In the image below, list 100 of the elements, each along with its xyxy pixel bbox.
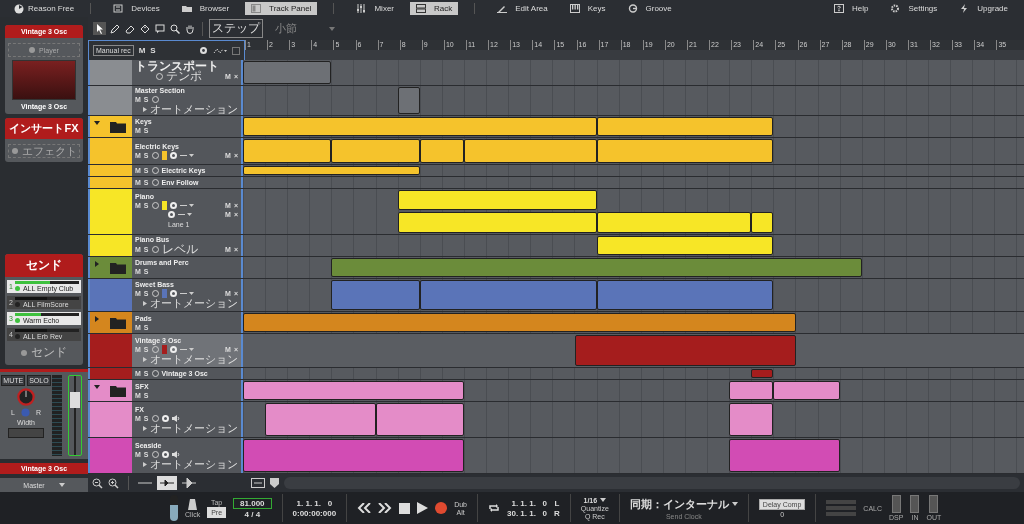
solo-all-button[interactable]: S <box>150 46 156 55</box>
fit-icon[interactable] <box>251 478 265 488</box>
effect-button[interactable]: エフェクト <box>8 144 80 158</box>
tag-tool[interactable] <box>138 22 151 35</box>
devices-button[interactable]: Devices <box>107 2 166 15</box>
clip[interactable] <box>397 86 420 114</box>
metronome-level[interactable] <box>170 505 178 521</box>
clip[interactable] <box>729 403 774 437</box>
track-panel-button[interactable]: Track Panel <box>245 2 318 15</box>
keys-button[interactable]: Keys <box>563 2 612 15</box>
speaker-icon[interactable] <box>171 415 180 423</box>
left-locator[interactable]: 1. 1. 1. 0 <box>511 498 547 508</box>
dropdown-icon[interactable] <box>179 291 194 297</box>
help-button[interactable]: Help <box>827 2 875 15</box>
expand-arrow-icon[interactable] <box>143 106 147 112</box>
song-position[interactable]: 1. 1. 1. 0 <box>296 498 333 508</box>
expand-arrow-icon[interactable] <box>143 301 147 307</box>
clip[interactable] <box>751 212 774 233</box>
clip[interactable] <box>331 257 862 277</box>
arrow-icon[interactable] <box>182 477 196 489</box>
comment-tool[interactable] <box>153 22 166 35</box>
clip[interactable] <box>243 138 332 163</box>
metronome-icon[interactable] <box>188 498 198 510</box>
sync-dropdown[interactable]: 同期：インターナル <box>629 496 738 512</box>
clip[interactable] <box>243 381 464 401</box>
snap-button[interactable]: ステップ <box>209 19 263 38</box>
clip[interactable] <box>751 369 774 379</box>
snap-dropdown[interactable]: 小節 <box>275 21 335 36</box>
dropdown-icon[interactable] <box>179 347 194 353</box>
time-signature[interactable]: 4 / 4 <box>244 509 261 519</box>
clip[interactable] <box>243 313 796 333</box>
browser-button[interactable]: Browser <box>175 2 236 15</box>
mute-all-button[interactable]: M <box>138 46 146 55</box>
mixer-button[interactable]: Mixer <box>350 2 400 15</box>
clip[interactable] <box>596 138 774 163</box>
expand-arrow-icon[interactable] <box>143 462 147 467</box>
record-arm-button[interactable] <box>169 151 177 159</box>
groove-button[interactable]: Groove <box>621 2 678 15</box>
zoom-in-icon[interactable] <box>108 477 119 489</box>
dropdown-icon[interactable] <box>179 152 194 158</box>
clip[interactable] <box>596 212 752 233</box>
pointer-tool[interactable] <box>93 22 106 35</box>
record-button[interactable] <box>435 502 448 514</box>
pan-knob[interactable] <box>17 388 35 406</box>
clip[interactable] <box>574 335 796 367</box>
pencil-tool[interactable] <box>108 22 121 35</box>
clip[interactable] <box>243 61 332 84</box>
clip[interactable] <box>397 212 597 233</box>
clip[interactable] <box>419 279 597 311</box>
metronome-slider[interactable] <box>170 495 178 521</box>
speaker-icon[interactable] <box>171 451 180 458</box>
clip[interactable] <box>243 165 420 175</box>
clip[interactable] <box>419 138 464 163</box>
fader-handle[interactable] <box>70 391 80 408</box>
tempo-field[interactable]: 81.000 <box>233 497 272 509</box>
expand-toggle[interactable] <box>94 260 100 267</box>
volume-fader[interactable] <box>68 375 82 456</box>
expand-arrow-icon[interactable] <box>143 357 147 363</box>
clip[interactable] <box>596 235 774 255</box>
marker-icon[interactable] <box>270 478 279 488</box>
upgrade-button[interactable]: Upgrade <box>953 2 1014 15</box>
clip[interactable] <box>729 381 774 401</box>
record-arm-button[interactable] <box>161 415 169 423</box>
clip[interactable] <box>331 138 420 163</box>
zoom-out-icon[interactable] <box>92 477 103 489</box>
song-time[interactable]: 0:00:00:000 <box>292 508 337 518</box>
clip[interactable] <box>729 439 840 472</box>
dropdown-icon[interactable] <box>178 212 192 218</box>
send-level[interactable] <box>14 281 51 284</box>
rewind-button[interactable] <box>357 503 372 513</box>
rack-button[interactable]: Rack <box>410 2 459 15</box>
settings-icon[interactable] <box>199 46 208 55</box>
fast-forward-button[interactable] <box>378 503 393 513</box>
clip[interactable] <box>375 403 464 437</box>
clip[interactable] <box>596 116 774 136</box>
expand-toggle[interactable] <box>94 119 100 126</box>
clip[interactable] <box>596 279 774 311</box>
stop-button[interactable] <box>399 502 411 514</box>
expand-toggle[interactable] <box>94 316 100 323</box>
clip[interactable] <box>243 116 597 136</box>
clip[interactable] <box>397 189 597 211</box>
settings-button[interactable]: Settings <box>884 2 944 15</box>
expand-toggle[interactable] <box>94 384 100 391</box>
curve-icon[interactable] <box>213 46 227 55</box>
dropdown-icon[interactable] <box>179 203 194 209</box>
clip[interactable] <box>265 403 376 437</box>
edit-area-button[interactable]: Edit Area <box>491 2 554 15</box>
record-arm-button[interactable] <box>169 290 177 298</box>
arrow-icon[interactable] <box>157 476 177 490</box>
zoom-tool[interactable] <box>168 22 181 35</box>
send-button[interactable]: センド <box>21 344 67 361</box>
play-button[interactable] <box>417 502 429 514</box>
clip[interactable] <box>464 138 597 163</box>
record-arm-button[interactable] <box>161 451 169 458</box>
clip[interactable] <box>773 381 840 401</box>
loop-button[interactable] <box>488 503 500 513</box>
expand-arrow-icon[interactable] <box>143 426 147 432</box>
record-arm-button[interactable] <box>169 346 177 354</box>
right-locator[interactable]: 30. 1. 1. 0 <box>507 508 547 518</box>
clip[interactable] <box>243 439 464 472</box>
